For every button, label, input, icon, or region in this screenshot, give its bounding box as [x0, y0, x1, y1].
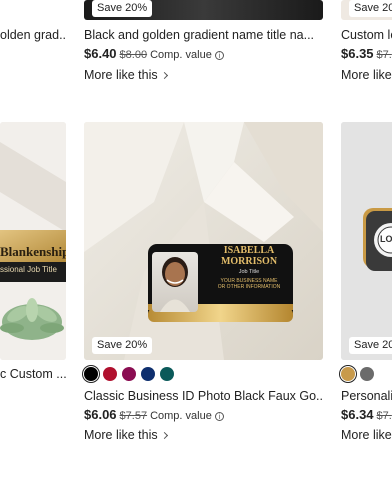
product-image[interactable]: Blankenship ssional Job Title — [0, 122, 66, 360]
product-title[interactable]: c Custom ... — [0, 367, 66, 381]
product-title[interactable]: Black and golden gradient name title na.… — [84, 28, 323, 42]
price-row: $6.34 $7. — [341, 407, 392, 422]
color-swatches — [341, 367, 374, 381]
original-price: $7. — [376, 410, 392, 422]
product-title[interactable]: Classic Business ID Photo Black Faux Go.… — [84, 389, 323, 403]
tag-name-text: Blankenship — [0, 244, 66, 259]
product-image[interactable]: Save 20% — [84, 0, 323, 20]
save-badge: Save 20 — [349, 337, 392, 354]
chevron-right-icon — [160, 431, 168, 439]
more-like-this-link[interactable]: More like — [341, 68, 392, 82]
more-like-this-link[interactable]: More like this — [84, 428, 168, 442]
price: $6.35 — [341, 46, 374, 61]
product-title[interactable]: olden grad... — [0, 28, 66, 42]
comp-value-label: Comp. value — [150, 49, 212, 61]
original-price: $7.57 — [119, 410, 148, 422]
tag-name-text: ISABELLA MORRISON — [220, 245, 278, 267]
price-row: $6.06 $7.57 Comp. value i — [84, 407, 224, 422]
product-image[interactable]: ISABELLA MORRISON Job Title YOUR BUSINES… — [84, 122, 323, 360]
color-swatch-navy[interactable] — [141, 367, 155, 381]
color-swatch-gold[interactable] — [341, 367, 355, 381]
original-price: $7. — [376, 49, 392, 61]
tag-job-text: Job Title — [238, 269, 260, 275]
price: $6.34 — [341, 407, 374, 422]
chevron-right-icon — [160, 71, 168, 79]
more-like-this-label: More like this — [84, 428, 158, 442]
save-badge: Save 20% — [92, 337, 153, 354]
logo-text: LO — [380, 234, 392, 244]
tag-info-text: YOUR BUSINESS NAME OR OTHER INFORMATION — [217, 278, 281, 290]
more-like-this-label: More like this — [84, 68, 158, 82]
product-image[interactable]: LO Save 20 — [341, 122, 392, 360]
color-swatch-magenta[interactable] — [122, 367, 136, 381]
info-icon[interactable]: i — [214, 51, 224, 60]
original-price: $8.00 — [119, 49, 148, 61]
product-image[interactable]: Save 20 — [341, 0, 392, 20]
save-badge: Save 20% — [92, 0, 153, 17]
price-row: $6.40 $8.00 Comp. value i — [84, 46, 224, 61]
more-like-this-label: More like — [341, 428, 392, 442]
price-row: $6.35 $7. — [341, 46, 392, 61]
product-title[interactable]: Personali — [341, 389, 392, 403]
product-title[interactable]: Custom lo — [341, 28, 392, 42]
info-icon[interactable]: i — [214, 412, 224, 421]
tag-subtitle-text: ssional Job Title — [0, 265, 57, 274]
color-swatch-black[interactable] — [84, 367, 98, 381]
comp-value-label: Comp. value — [150, 410, 212, 422]
price: $6.06 — [84, 407, 117, 422]
save-badge: Save 20 — [349, 0, 392, 17]
color-swatch-gray[interactable] — [360, 367, 374, 381]
color-swatch-red[interactable] — [103, 367, 117, 381]
price: $6.40 — [84, 46, 117, 61]
more-like-this-link[interactable]: More like this — [84, 68, 168, 82]
product-photo — [84, 122, 323, 360]
more-like-this-label: More like — [341, 68, 392, 82]
color-swatch-teal[interactable] — [160, 367, 174, 381]
product-photo — [0, 122, 66, 360]
color-swatches — [84, 367, 174, 381]
more-like-this-link[interactable]: More like — [341, 428, 392, 442]
